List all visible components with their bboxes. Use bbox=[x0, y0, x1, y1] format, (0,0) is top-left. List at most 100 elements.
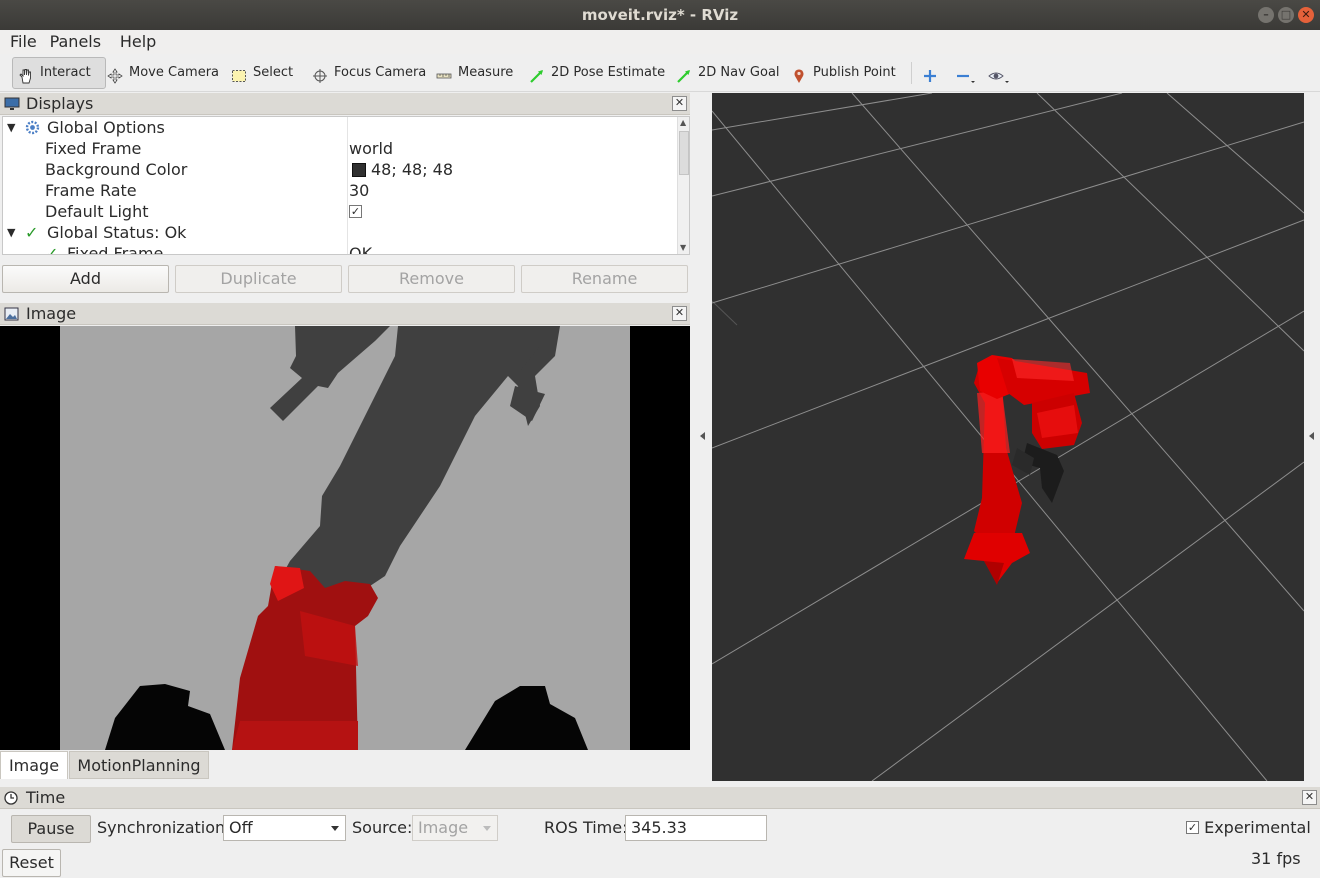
ros-time-label: ROS Time: bbox=[544, 818, 628, 837]
ros-time-field[interactable]: 345.33 bbox=[625, 815, 767, 841]
synchronization-value: Off bbox=[229, 818, 253, 837]
focus-camera-label: Focus Camera bbox=[334, 65, 427, 80]
pause-button[interactable]: Pause bbox=[11, 815, 91, 843]
measure-tool-button[interactable]: Measure bbox=[436, 57, 513, 89]
tree-row-frame-rate[interactable]: Frame Rate 30 bbox=[3, 180, 677, 201]
synchronization-select[interactable]: Off bbox=[223, 815, 346, 841]
tab-motion-planning[interactable]: MotionPlanning bbox=[69, 751, 209, 779]
tree-value: OK bbox=[349, 244, 373, 255]
ros-time-value: 345.33 bbox=[631, 818, 687, 837]
displays-tree: ▼ Global Options Fixed Frame world Backg… bbox=[2, 116, 690, 255]
chevron-down-icon bbox=[483, 826, 491, 831]
scroll-thumb[interactable] bbox=[679, 131, 689, 175]
views-tool-button[interactable] bbox=[988, 57, 1016, 89]
experimental-label: Experimental bbox=[1204, 818, 1311, 837]
rename-display-button[interactable]: Rename bbox=[521, 265, 688, 293]
source-select[interactable]: Image bbox=[412, 815, 498, 841]
menu-panels[interactable]: Panels bbox=[42, 30, 102, 54]
image-panel-title: Image bbox=[26, 304, 77, 323]
experimental-checkbox[interactable]: ✓ bbox=[1186, 820, 1199, 834]
camera-image bbox=[60, 326, 630, 750]
tree-value[interactable]: 30 bbox=[349, 180, 369, 201]
publish-point-tool-button[interactable]: Publish Point bbox=[791, 57, 896, 89]
focus-camera-tool-button[interactable]: Focus Camera bbox=[312, 57, 426, 89]
gear-icon bbox=[25, 120, 40, 135]
add-display-button[interactable]: Add bbox=[2, 265, 169, 293]
toolbar-separator bbox=[911, 62, 912, 84]
source-label: Source: bbox=[352, 818, 413, 837]
tree-row-fixed-frame-status[interactable]: ✓ Fixed Frame OK bbox=[3, 243, 677, 255]
minus-icon bbox=[955, 65, 975, 83]
close-image-panel-icon[interactable]: ✕ bbox=[672, 306, 687, 321]
reset-button[interactable]: Reset bbox=[2, 849, 61, 877]
select-tool-button[interactable]: Select bbox=[231, 57, 293, 89]
eye-icon bbox=[988, 65, 1010, 83]
time-panel-header: Time ✕ bbox=[0, 787, 1320, 809]
collapse-left-icon[interactable] bbox=[700, 432, 705, 440]
close-window-icon[interactable]: ✕ bbox=[1298, 7, 1314, 23]
experimental-option[interactable]: ✓ Experimental bbox=[1186, 815, 1311, 841]
menu-file[interactable]: File bbox=[0, 30, 37, 54]
interact-label: Interact bbox=[40, 65, 91, 80]
chevron-down-icon bbox=[331, 826, 339, 831]
tree-row-global-options[interactable]: ▼ Global Options bbox=[3, 117, 677, 138]
check-icon: ✓ bbox=[25, 223, 39, 242]
3d-scene bbox=[712, 93, 1304, 781]
scroll-down-icon[interactable]: ▼ bbox=[680, 243, 686, 252]
move-camera-tool-button[interactable]: Move Camera bbox=[107, 57, 219, 89]
robot-model bbox=[964, 355, 1090, 585]
map-pin-icon bbox=[791, 65, 807, 83]
minimize-icon[interactable]: – bbox=[1258, 7, 1274, 23]
tree-row-fixed-frame[interactable]: Fixed Frame world bbox=[3, 138, 677, 159]
tree-row-global-status[interactable]: ▼ ✓ Global Status: Ok bbox=[3, 222, 677, 243]
move-camera-label: Move Camera bbox=[129, 65, 220, 80]
remove-display-button[interactable]: Remove bbox=[348, 265, 515, 293]
collapse-right-icon[interactable] bbox=[1309, 432, 1314, 440]
image-panel-header: Image ✕ bbox=[0, 303, 690, 325]
default-light-checkbox[interactable]: ✓ bbox=[349, 205, 362, 218]
hand-icon bbox=[18, 65, 34, 84]
expand-arrow-icon[interactable]: ▼ bbox=[7, 117, 15, 138]
duplicate-display-button[interactable]: Duplicate bbox=[175, 265, 342, 293]
expand-arrow-icon[interactable]: ▼ bbox=[7, 222, 15, 243]
tree-row-background-color[interactable]: Background Color 48; 48; 48 bbox=[3, 159, 677, 180]
publish-point-label: Publish Point bbox=[813, 65, 896, 80]
measure-label: Measure bbox=[458, 65, 514, 80]
tree-row-default-light[interactable]: Default Light ✓ bbox=[3, 201, 677, 222]
maximize-icon[interactable]: □ bbox=[1278, 7, 1294, 23]
tree-scrollbar[interactable]: ▲ ▼ bbox=[677, 117, 689, 254]
menu-help[interactable]: Help bbox=[106, 30, 156, 54]
select-icon bbox=[231, 65, 247, 82]
tree-key: Fixed Frame bbox=[67, 244, 164, 255]
scroll-up-icon[interactable]: ▲ bbox=[680, 118, 686, 127]
interact-tool-button[interactable]: Interact bbox=[12, 57, 106, 89]
pose-arrow-icon bbox=[529, 65, 545, 83]
nav-goal-tool-button[interactable]: 2D Nav Goal bbox=[676, 57, 780, 89]
monitor-icon bbox=[4, 97, 20, 110]
synchronization-label: Synchronization: bbox=[97, 818, 231, 837]
image-icon bbox=[4, 307, 19, 321]
displays-title: Displays bbox=[26, 94, 94, 113]
remove-tool-button[interactable] bbox=[955, 57, 977, 89]
tree-value[interactable]: world bbox=[349, 138, 393, 159]
tree-key: Fixed Frame bbox=[45, 139, 142, 158]
fps-readout: 31 fps bbox=[1251, 849, 1301, 868]
tree-key: Global Options bbox=[47, 118, 165, 137]
tree-key: Frame Rate bbox=[45, 181, 137, 200]
close-time-panel-icon[interactable]: ✕ bbox=[1302, 790, 1317, 805]
tab-image[interactable]: Image bbox=[0, 751, 68, 779]
close-displays-icon[interactable]: ✕ bbox=[672, 96, 687, 111]
camera-image-view bbox=[0, 326, 690, 750]
move-camera-icon bbox=[107, 65, 123, 84]
time-panel-title: Time bbox=[26, 788, 66, 807]
check-icon: ✓ bbox=[45, 244, 59, 255]
pose-estimate-tool-button[interactable]: 2D Pose Estimate bbox=[529, 57, 665, 89]
clock-icon bbox=[4, 791, 18, 805]
3d-render-view[interactable] bbox=[712, 93, 1304, 781]
tree-value[interactable]: 48; 48; 48 bbox=[371, 159, 453, 180]
window-title: moveit.rviz* - RViz bbox=[581, 6, 739, 24]
measure-icon bbox=[436, 65, 452, 81]
color-swatch[interactable] bbox=[352, 163, 366, 177]
tree-key: Global Status: Ok bbox=[47, 223, 187, 242]
add-tool-button[interactable] bbox=[922, 57, 944, 89]
